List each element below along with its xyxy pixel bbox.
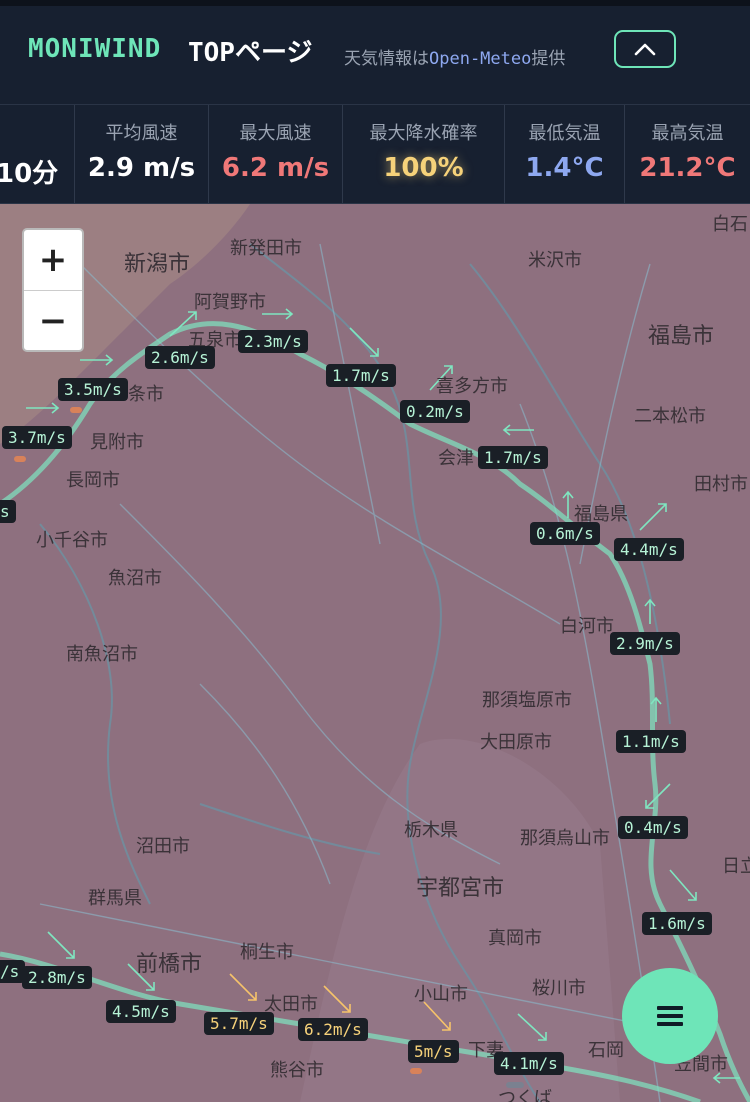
place-label: 米沢市 — [528, 250, 582, 271]
place-label: 石岡 — [588, 1040, 624, 1061]
stat-min-temp: 最低気温 1.4°C — [504, 105, 624, 203]
zoom-in-button[interactable]: + — [24, 230, 82, 290]
place-label: つくば — [498, 1088, 552, 1102]
stat-max-wind: 最大風速 6.2 m/s — [208, 105, 342, 203]
stats-bar: 10分 平均風速 2.9 m/s 最大風速 6.2 m/s 最大降水確率 100… — [0, 104, 750, 204]
wind-label[interactable]: 0.6m/s — [530, 522, 600, 545]
place-label: 二本松市 — [634, 406, 706, 427]
place-label: 那須塩原市 — [482, 690, 572, 711]
place-label: 那須烏山市 — [520, 828, 610, 849]
zoom-control: + − — [22, 228, 84, 352]
wind-label[interactable]: 4.1m/s — [494, 1052, 564, 1075]
stat-time: 10分 — [0, 105, 74, 203]
wind-label[interactable]: 3.5m/s — [58, 378, 128, 401]
place-label: 福島市 — [648, 324, 715, 349]
place-label: 見附市 — [90, 432, 144, 453]
place-label: 大田原市 — [480, 732, 552, 753]
wind-label[interactable]: 2.3m/s — [238, 330, 308, 353]
stat-label: 最高気温 — [651, 123, 724, 144]
collapse-button[interactable] — [614, 30, 676, 68]
place-label: 真岡市 — [488, 928, 542, 949]
wind-label[interactable]: s — [0, 500, 16, 523]
stat-value: 10分 — [0, 159, 59, 189]
place-label: 群馬県 — [88, 888, 142, 909]
wind-label[interactable]: 4.5m/s — [106, 1000, 176, 1023]
menu-button[interactable] — [622, 968, 718, 1064]
place-label: 小山市 — [414, 984, 468, 1005]
credit-source-link[interactable]: Open-Meteo — [429, 49, 531, 69]
wind-label[interactable]: 2.8m/s — [22, 966, 92, 989]
station-marker[interactable] — [14, 456, 26, 462]
place-label: 新発田市 — [230, 238, 302, 259]
zoom-out-button[interactable]: − — [24, 291, 82, 351]
stat-label: 最大降水確率 — [369, 123, 478, 144]
wind-label[interactable]: 2.6m/s — [145, 346, 215, 369]
brand-logo[interactable]: MONIWIND — [28, 34, 161, 64]
place-label: 小千谷市 — [36, 530, 108, 551]
place-label: 日立 — [722, 856, 750, 877]
stat-value: 21.2°C — [639, 153, 736, 183]
place-label: 長岡市 — [66, 470, 120, 491]
credit-prefix: 天気情報は — [344, 49, 429, 69]
stat-avg-wind: 平均風速 2.9 m/s — [74, 105, 208, 203]
credit-suffix: 提供 — [531, 49, 566, 69]
top-page-link[interactable]: TOPページ — [188, 32, 312, 69]
chevron-up-icon — [634, 43, 656, 56]
map-view[interactable]: 新潟市 新発田市 米沢市 白石 阿賀野市 五泉市 福島市 喜多方市 二本松市 三… — [0, 204, 750, 1102]
place-label: 栃木県 — [404, 820, 458, 841]
stat-value: 1.4°C — [525, 153, 604, 183]
wind-label[interactable]: 0.2m/s — [400, 400, 470, 423]
station-marker[interactable] — [410, 1068, 422, 1074]
wind-label[interactable]: 5.7m/s — [204, 1012, 274, 1035]
wind-label[interactable]: 3.7m/s — [2, 426, 72, 449]
place-label: 田村市 — [694, 474, 748, 495]
wind-label[interactable]: 1.7m/s — [326, 364, 396, 387]
place-label: 南魚沼市 — [66, 644, 138, 665]
place-label: 熊谷市 — [270, 1060, 324, 1081]
wind-label[interactable]: 0.4m/s — [618, 816, 688, 839]
menu-icon — [657, 1002, 683, 1030]
place-label: 前橋市 — [136, 952, 203, 977]
app-header: MONIWIND TOPページ 天気情報はOpen-Meteo提供 — [0, 0, 750, 104]
wind-label[interactable]: 2.9m/s — [610, 632, 680, 655]
place-label: 新潟市 — [124, 252, 191, 277]
place-label: 魚沼市 — [108, 568, 162, 589]
place-label: 会津 — [438, 448, 474, 469]
stat-label: 平均風速 — [105, 123, 178, 144]
stat-label: 最大風速 — [239, 123, 312, 144]
wind-label[interactable]: 5m/s — [408, 1040, 459, 1063]
weather-credit: 天気情報はOpen-Meteo提供 — [344, 44, 565, 69]
place-label: 宇都宮市 — [416, 876, 505, 901]
stat-max-temp: 最高気温 21.2°C — [624, 105, 750, 203]
wind-label[interactable]: 6.2m/s — [298, 1018, 368, 1041]
place-label: 白河市 — [560, 616, 614, 637]
place-label: 桜川市 — [532, 978, 586, 999]
wind-label[interactable]: 1.7m/s — [478, 446, 548, 469]
place-label: 喜多方市 — [436, 376, 508, 397]
wind-label[interactable]: 1.6m/s — [642, 912, 712, 935]
place-label: 沼田市 — [136, 836, 190, 857]
wind-label[interactable]: 1.1m/s — [616, 730, 686, 753]
stat-max-precip: 最大降水確率 100% — [342, 105, 504, 203]
stat-value: 6.2 m/s — [221, 153, 330, 183]
place-label: 桐生市 — [240, 942, 294, 963]
wind-label[interactable]: 4.4m/s — [614, 538, 684, 561]
stat-label: 最低気温 — [528, 123, 601, 144]
station-marker[interactable] — [70, 407, 82, 413]
place-label: 阿賀野市 — [194, 292, 266, 313]
place-label: 白石 — [712, 214, 748, 235]
stat-value: 100% — [383, 153, 464, 183]
stat-value: 2.9 m/s — [87, 153, 196, 183]
